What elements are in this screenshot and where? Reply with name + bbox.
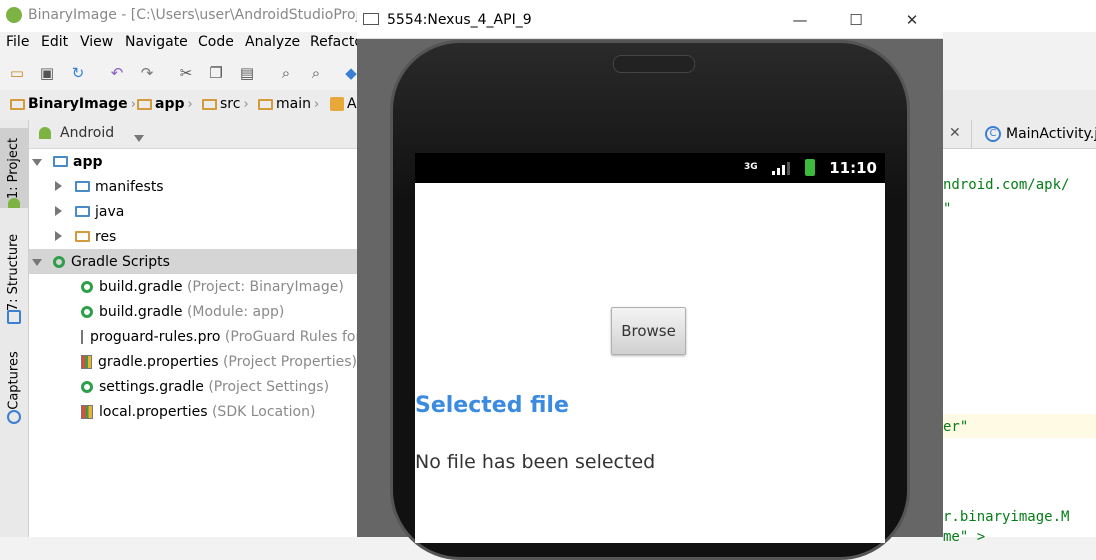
gradle-icon <box>53 255 65 268</box>
android-studio-icon <box>6 7 22 23</box>
chevron-right-icon: › <box>187 96 193 112</box>
replace-icon[interactable]: ⌕ <box>305 62 327 84</box>
folder-icon <box>202 98 217 110</box>
chevron-right-icon: › <box>243 96 249 112</box>
chevron-down-icon <box>134 130 144 146</box>
structure-icon <box>0 308 28 326</box>
manifest-icon <box>330 97 344 111</box>
breadcrumb-main[interactable]: main › <box>258 96 319 112</box>
signal-icon <box>772 161 790 179</box>
tab-structure[interactable]: 7: Structure <box>0 232 28 312</box>
tool-window-stripe: 1: Project 7: Structure Captures <box>0 120 29 537</box>
gradle-icon <box>81 305 93 318</box>
properties-file-icon <box>81 404 93 419</box>
expanded-arrow-icon <box>32 154 48 170</box>
tab-divider <box>971 120 972 148</box>
emulator-icon <box>363 13 379 25</box>
resources-folder-icon <box>75 231 90 242</box>
tree-item-file[interactable]: build.gradle (Module: app) <box>29 299 357 324</box>
browse-button[interactable]: Browse <box>611 307 686 355</box>
menu-view[interactable]: View <box>80 34 113 50</box>
properties-file-icon <box>81 354 92 369</box>
sync-icon[interactable]: ↻ <box>67 62 89 84</box>
close-tab-icon[interactable]: ✕ <box>949 125 961 141</box>
cut-icon[interactable]: ✂ <box>175 62 197 84</box>
tab-captures[interactable]: Captures <box>0 345 28 415</box>
folder-icon <box>75 181 90 192</box>
menu-navigate[interactable]: Navigate <box>125 34 188 50</box>
selected-file-status: No file has been selected <box>415 451 656 473</box>
tree-item-app[interactable]: app <box>29 149 357 174</box>
tree-item-file[interactable]: settings.gradle (Project Settings) <box>29 374 357 399</box>
project-view-selector[interactable]: Android <box>29 120 357 149</box>
open-folder-icon[interactable]: ▭ <box>6 62 28 84</box>
tree-item-file[interactable]: gradle.properties (Project Properties) <box>29 349 357 374</box>
breadcrumb-src[interactable]: src › <box>202 96 249 112</box>
code-editor[interactable]: ✕ C MainActivity.j ndroid.com/apk/ " er"… <box>943 120 1096 545</box>
emulator-title-bar: 5554:Nexus_4_API_9 — ☐ ✕ <box>357 0 943 39</box>
breadcrumb-manifest[interactable]: A <box>330 96 357 112</box>
gradle-icon <box>81 380 93 393</box>
menu-edit[interactable]: Edit <box>41 34 68 50</box>
ide-window-title: BinaryImage - [C:\Users\user\AndroidStud… <box>28 7 376 23</box>
device-screen[interactable]: 3G 11:10 Browse Selected file No file ha… <box>415 153 885 543</box>
collapsed-arrow-icon <box>55 204 71 220</box>
redo-icon[interactable]: ↷ <box>136 62 158 84</box>
module-folder-icon <box>137 98 152 110</box>
text-file-icon <box>81 329 83 344</box>
emulator-window: 5554:Nexus_4_API_9 — ☐ ✕ 3G 11:10 Browse… <box>357 0 943 560</box>
menu-code[interactable]: Code <box>198 34 234 50</box>
maximize-icon[interactable]: ☐ <box>839 8 873 32</box>
tab-main-activity[interactable]: MainActivity.j <box>1006 126 1096 142</box>
copy-icon[interactable]: ❐ <box>205 62 227 84</box>
selected-file-heading: Selected file <box>415 393 569 418</box>
module-folder-icon <box>53 156 68 167</box>
code-line: me" > <box>943 529 986 545</box>
expanded-arrow-icon <box>32 254 48 270</box>
menu-file[interactable]: File <box>6 34 29 50</box>
tree-item-gradle-scripts[interactable]: Gradle Scripts <box>29 249 357 274</box>
find-icon[interactable]: ⌕ <box>275 62 297 84</box>
class-icon: C <box>985 126 1001 142</box>
chevron-right-icon: › <box>130 96 136 112</box>
android-icon <box>39 127 51 139</box>
code-line: er" <box>943 419 969 435</box>
menu-refactor[interactable]: Refacto <box>310 34 363 50</box>
collapsed-arrow-icon <box>55 179 71 195</box>
tree-item-file[interactable]: local.properties (SDK Location) <box>29 399 357 424</box>
collapsed-arrow-icon <box>55 229 71 245</box>
project-panel: Android app manifests java res Gradle Sc… <box>29 120 361 537</box>
code-line: ndroid.com/apk/ <box>943 177 1070 193</box>
editor-tab-bar: ✕ C MainActivity.j <box>943 120 1096 149</box>
project-view-label: Android <box>60 125 115 141</box>
folder-icon <box>258 98 273 110</box>
android-icon <box>0 194 28 212</box>
breadcrumb-app[interactable]: app › <box>137 96 193 112</box>
paste-icon[interactable]: ▤ <box>236 62 258 84</box>
tree-item-res[interactable]: res <box>29 224 357 249</box>
camera-icon <box>0 408 28 426</box>
chevron-right-icon: › <box>313 96 320 112</box>
network-type-indicator: 3G <box>744 162 758 172</box>
tree-item-java[interactable]: java <box>29 199 357 224</box>
code-line: " <box>943 201 952 217</box>
code-line: r.binaryimage.M <box>943 509 1070 525</box>
tree-item-file[interactable]: proguard-rules.pro (ProGuard Rules for <box>29 324 361 349</box>
emulator-window-title: 5554:Nexus_4_API_9 <box>387 12 532 28</box>
android-status-bar: 3G 11:10 <box>415 153 885 183</box>
breadcrumb-project[interactable]: BinaryImage › <box>10 96 136 112</box>
tree-item-manifests[interactable]: manifests <box>29 174 357 199</box>
menu-analyze[interactable]: Analyze <box>245 34 300 50</box>
folder-icon <box>75 206 90 217</box>
gradle-icon <box>81 280 93 293</box>
minimize-icon[interactable]: — <box>783 8 817 32</box>
battery-charging-icon <box>805 159 815 176</box>
close-icon[interactable]: ✕ <box>895 8 929 32</box>
tree-item-file[interactable]: build.gradle (Project: BinaryImage) <box>29 274 357 299</box>
status-clock: 11:10 <box>829 159 877 177</box>
speaker-grill <box>613 55 695 73</box>
save-icon[interactable]: ▣ <box>36 62 58 84</box>
folder-icon <box>10 98 25 110</box>
undo-icon[interactable]: ↶ <box>106 62 128 84</box>
